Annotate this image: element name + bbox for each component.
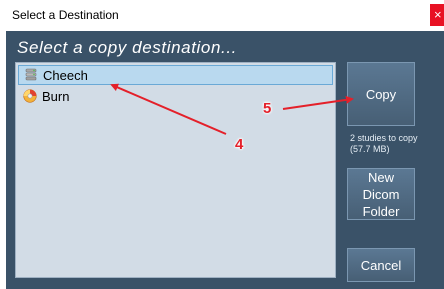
annotation-overlay [110, 83, 354, 135]
arrow-to-cheech [110, 83, 227, 135]
arrow-to-copy-button [282, 95, 354, 110]
callout-number-4: 4 [235, 136, 244, 153]
callout-number-5: 5 [263, 100, 272, 117]
